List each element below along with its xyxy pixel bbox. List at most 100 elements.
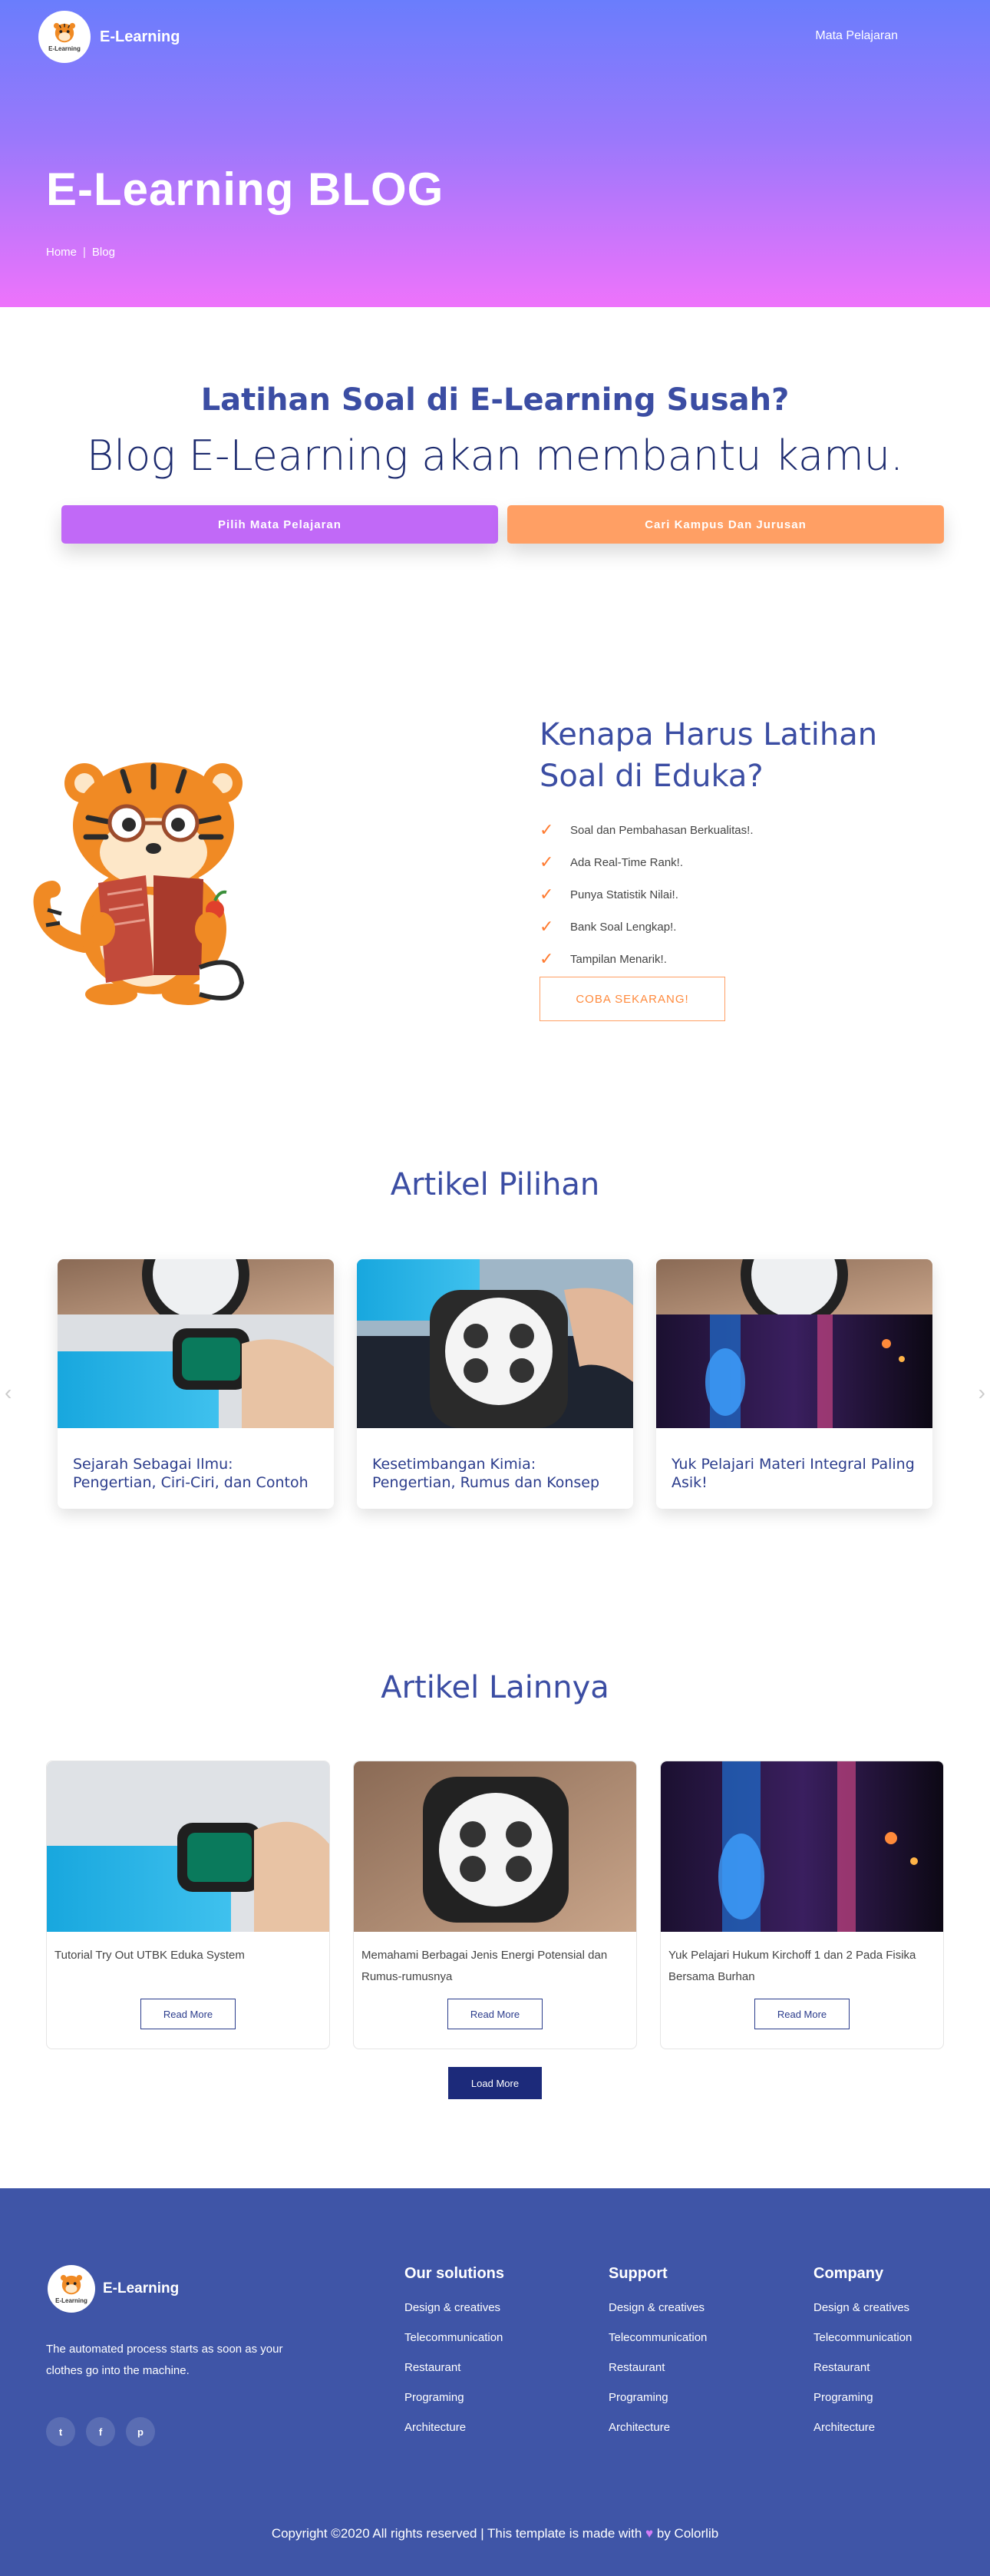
pilih-mata-pelajaran-button[interactable]: Pilih Mata Pelajaran — [61, 505, 498, 544]
card-text: Yuk Pelajari Hukum Kirchoff 1 dan 2 Pada… — [668, 1949, 916, 1983]
facebook-icon[interactable]: f — [86, 2417, 115, 2446]
breadcrumb-blog: Blog — [91, 246, 115, 259]
card-image — [357, 1259, 633, 1428]
hero-banner: E-Learning E-Learning Mata Pelajaran E-L… — [0, 0, 990, 307]
artikel-card: Yuk Pelajari Hukum Kirchoff 1 dan 2 Pada… — [660, 1761, 944, 2049]
card-text: Memahami Berbagai Jenis Energi Potensial… — [361, 1949, 608, 1983]
logo-text: E-Learning — [55, 2297, 87, 2304]
footer-column-solutions: Our solutions Design & creatives Telecom… — [404, 2265, 504, 2451]
footer-link[interactable]: Restaurant — [813, 2361, 912, 2391]
why-item-text: Punya Statistik Nilai!. — [570, 888, 678, 901]
load-more-button[interactable]: Load More — [448, 2067, 542, 2099]
footer-link[interactable]: Design & creatives — [609, 2301, 707, 2331]
card-text: Tutorial Try Out UTBK Eduka System — [54, 1949, 245, 1962]
footer-link[interactable]: Architecture — [609, 2421, 707, 2451]
artikel-card[interactable]: Kesetimbangan Kimia: Pengertian, Rumus d… — [357, 1259, 633, 1509]
intro-subtitle: Latihan Soal di E-Learning Susah? — [200, 382, 790, 418]
footer-column-title: Support — [609, 2265, 668, 2282]
footer-link[interactable]: Programing — [404, 2391, 504, 2421]
footer-column-support: Support Design & creatives Telecommunica… — [609, 2265, 707, 2451]
artikel-pilihan-title: Artikel Pilihan — [390, 1167, 600, 1202]
nav-link-mata-pelajaran[interactable]: Mata Pelajaran — [815, 29, 898, 43]
copyright: Copyright ©2020 All rights reserved | Th… — [0, 2526, 990, 2541]
artikel-lainnya-title: Artikel Lainnya — [381, 1670, 609, 1705]
read-more-button[interactable]: Read More — [140, 1999, 236, 2029]
card-title[interactable]: Sejarah Sebagai Ilmu: Pengertian, Ciri-C… — [58, 1432, 334, 1492]
intro-title: Blog E-Learning akan membantu kamu. — [86, 432, 904, 480]
tiger-logo-icon — [60, 2274, 83, 2295]
logo-text: E-Learning — [48, 45, 81, 52]
brand-name[interactable]: E-Learning — [100, 28, 180, 46]
card-image — [47, 1761, 329, 1932]
card-image — [656, 1259, 932, 1428]
card-image — [661, 1761, 943, 1932]
footer-column-title: Our solutions — [404, 2265, 504, 2282]
why-item-text: Soal dan Pembahasan Berkualitas!. — [570, 823, 754, 837]
heart-icon: ♥ — [645, 2526, 654, 2541]
footer-link[interactable]: Telecommunication — [813, 2331, 912, 2361]
artikel-card[interactable]: Sejarah Sebagai Ilmu: Pengertian, Ciri-C… — [58, 1259, 334, 1509]
why-section: Kenapa Harus Latihan Soal di Eduka? ✓ Soa… — [0, 706, 990, 1052]
footer-column-company: Company Design & creatives Telecommunica… — [813, 2265, 912, 2451]
breadcrumb-home[interactable]: Home — [46, 246, 77, 259]
carousel-next-icon[interactable]: › — [978, 1381, 985, 1405]
artikel-card[interactable]: Yuk Pelajari Materi Integral Paling Asik… — [656, 1259, 932, 1509]
read-more-button[interactable]: Read More — [447, 1999, 543, 2029]
footer-link[interactable]: Architecture — [813, 2421, 912, 2451]
footer-link[interactable]: Programing — [813, 2391, 912, 2421]
card-image — [58, 1259, 334, 1428]
check-icon: ✓ — [540, 852, 554, 871]
why-item-text: Bank Soal Lengkap!. — [570, 920, 677, 934]
why-list-item: ✓ Tampilan Menarik!. — [540, 943, 753, 975]
navbar: E-Learning E-Learning Mata Pelajaran — [0, 0, 990, 74]
footer: E-Learning E-Learning The automated proc… — [0, 2188, 990, 2576]
intro-buttons: Pilih Mata Pelajaran Cari Kampus Dan Jur… — [61, 505, 944, 544]
footer-link[interactable]: Programing — [609, 2391, 707, 2421]
check-icon: ✓ — [540, 949, 554, 968]
card-title[interactable]: Yuk Pelajari Materi Integral Paling Asik… — [656, 1432, 932, 1492]
footer-logo[interactable]: E-Learning E-Learning — [48, 2265, 179, 2313]
page-title: E-Learning BLOG — [46, 164, 444, 215]
artikel-pilihan-section: Artikel Pilihan ‹ › Sejarah Sebagai Ilmu… — [0, 1167, 990, 1509]
read-more-button[interactable]: Read More — [754, 1999, 850, 2029]
logo[interactable]: E-Learning — [38, 11, 91, 63]
footer-link[interactable]: Design & creatives — [813, 2301, 912, 2331]
pinterest-icon[interactable]: p — [126, 2417, 155, 2446]
footer-link[interactable]: Architecture — [404, 2421, 504, 2451]
tiger-reading-illustration — [33, 762, 245, 1005]
social-links: t f p — [46, 2417, 155, 2446]
carousel-prev-icon[interactable]: ‹ — [5, 1381, 12, 1405]
twitter-icon[interactable]: t — [46, 2417, 75, 2446]
footer-link[interactable]: Telecommunication — [609, 2331, 707, 2361]
footer-link[interactable]: Design & creatives — [404, 2301, 504, 2331]
check-icon: ✓ — [540, 820, 554, 839]
footer-link[interactable]: Restaurant — [404, 2361, 504, 2391]
check-icon: ✓ — [540, 917, 554, 936]
cari-kampus-button[interactable]: Cari Kampus Dan Jurusan — [507, 505, 944, 544]
footer-description: The automated process starts as soon as … — [46, 2343, 283, 2377]
why-list: ✓ Soal dan Pembahasan Berkualitas!. ✓ Ada … — [540, 814, 753, 975]
footer-link[interactable]: Restaurant — [609, 2361, 707, 2391]
artikel-grid: Tutorial Try Out UTBK Eduka System Read … — [46, 1761, 944, 2049]
footer-brand: E-Learning — [103, 2280, 180, 2297]
artikel-carousel: Sejarah Sebagai Ilmu: Pengertian, Ciri-C… — [58, 1259, 932, 1509]
breadcrumb: Home | Blog — [46, 246, 115, 259]
artikel-card: Memahami Berbagai Jenis Energi Potensial… — [353, 1761, 637, 2049]
logo: E-Learning — [48, 2265, 95, 2313]
card-title[interactable]: Kesetimbangan Kimia: Pengertian, Rumus d… — [357, 1432, 633, 1492]
why-item-text: Tampilan Menarik!. — [570, 952, 667, 966]
tiger-logo-icon — [53, 22, 76, 43]
why-item-text: Ada Real-Time Rank!. — [570, 855, 683, 869]
why-list-item: ✓ Punya Statistik Nilai!. — [540, 878, 753, 911]
footer-link[interactable]: Telecommunication — [404, 2331, 504, 2361]
footer-column-title: Company — [813, 2265, 884, 2282]
why-title: Kenapa Harus Latihan Soal di Eduka? — [540, 717, 878, 794]
check-icon: ✓ — [540, 885, 554, 904]
artikel-lainnya-section: Artikel Lainnya Tutorial Try Out UTBK Ed… — [0, 1670, 990, 2099]
why-list-item: ✓ Bank Soal Lengkap!. — [540, 911, 753, 943]
breadcrumb-separator: | — [83, 246, 86, 259]
colorlib-link[interactable]: by Colorlib — [657, 2526, 718, 2541]
card-image — [354, 1761, 636, 1932]
why-list-item: ✓ Soal dan Pembahasan Berkualitas!. — [540, 814, 753, 846]
coba-sekarang-button[interactable]: COBA SEKARANG! — [540, 977, 725, 1021]
